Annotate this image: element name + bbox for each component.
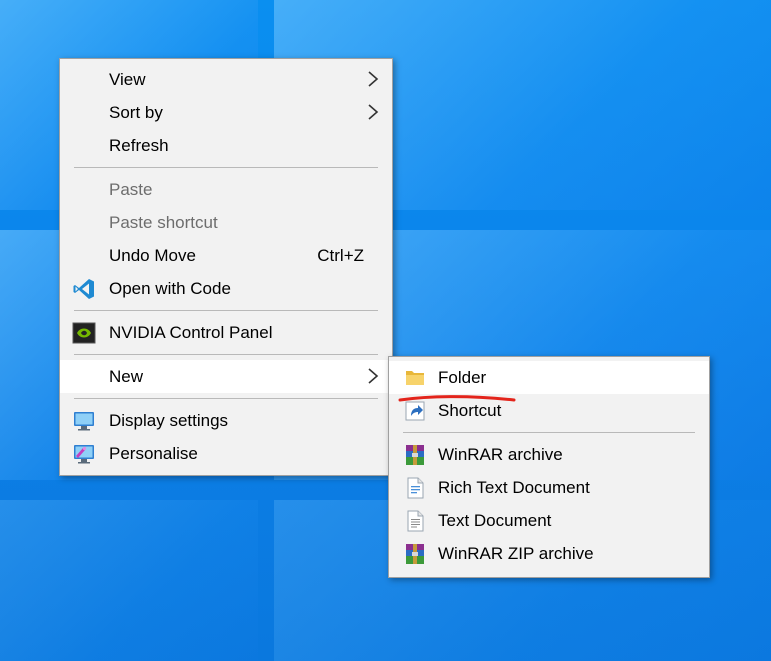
menu-separator (403, 432, 695, 433)
submenu-item-text-document[interactable]: Text Document (389, 504, 709, 537)
text-document-icon (407, 510, 424, 532)
menu-item-view[interactable]: View (60, 63, 392, 96)
menu-item-label: WinRAR archive (438, 444, 563, 464)
menu-item-new[interactable]: New (60, 360, 392, 393)
menu-separator (74, 310, 378, 311)
desktop-context-menu: View Sort by Refresh Paste Paste shortcu… (59, 58, 393, 476)
menu-item-label: WinRAR ZIP archive (438, 543, 594, 563)
chevron-right-icon (368, 368, 379, 384)
winrar-zip-icon (406, 544, 424, 564)
menu-item-display-settings[interactable]: Display settings (60, 404, 392, 437)
menu-item-nvidia-control-panel[interactable]: NVIDIA Control Panel (60, 316, 392, 349)
submenu-item-winrar-archive[interactable]: WinRAR archive (389, 438, 709, 471)
nvidia-icon (72, 322, 96, 344)
submenu-item-rich-text-document[interactable]: Rich Text Document (389, 471, 709, 504)
menu-item-label: Rich Text Document (438, 477, 590, 497)
keyboard-shortcut: Ctrl+Z (317, 245, 364, 265)
red-underline-annotation (398, 395, 516, 402)
submenu-item-winrar-zip-archive[interactable]: WinRAR ZIP archive (389, 537, 709, 570)
menu-item-label: Sort by (109, 102, 163, 122)
submenu-item-folder[interactable]: Folder (389, 361, 709, 394)
menu-item-label: Refresh (109, 135, 169, 155)
menu-item-label: Paste shortcut (109, 212, 218, 232)
folder-icon (406, 371, 424, 385)
menu-separator (74, 398, 378, 399)
menu-item-paste: Paste (60, 173, 392, 206)
chevron-right-icon (368, 104, 379, 120)
personalise-icon (74, 445, 94, 464)
menu-item-paste-shortcut: Paste shortcut (60, 206, 392, 239)
menu-item-label: Display settings (109, 410, 229, 430)
menu-item-label: Folder (438, 367, 487, 387)
menu-item-label: Open with Code (109, 278, 231, 298)
menu-item-label: Personalise (109, 443, 198, 463)
menu-separator (74, 167, 378, 168)
desktop-background: View Sort by Refresh Paste Paste shortcu… (0, 0, 771, 661)
menu-item-label: View (109, 69, 146, 89)
menu-item-open-with-code[interactable]: Open with Code (60, 272, 392, 305)
rich-text-icon (407, 477, 424, 499)
menu-item-undo-move[interactable]: Undo Move Ctrl+Z (60, 239, 392, 272)
menu-separator (74, 354, 378, 355)
display-icon (74, 412, 94, 431)
winrar-icon (406, 445, 424, 465)
menu-item-label: New (109, 366, 144, 386)
menu-item-sort-by[interactable]: Sort by (60, 96, 392, 129)
menu-item-label: NVIDIA Control Panel (109, 322, 273, 342)
menu-item-personalise[interactable]: Personalise (60, 437, 392, 470)
windows-logo-pane (0, 500, 258, 661)
menu-item-label: Paste (109, 179, 153, 199)
chevron-right-icon (368, 71, 379, 87)
menu-item-refresh[interactable]: Refresh (60, 129, 392, 162)
menu-item-label: Undo Move (109, 245, 196, 265)
menu-item-label: Text Document (438, 510, 552, 530)
new-submenu: Folder Shortcut WinRAR archive Rich Text… (388, 356, 710, 578)
vscode-icon (73, 279, 94, 299)
